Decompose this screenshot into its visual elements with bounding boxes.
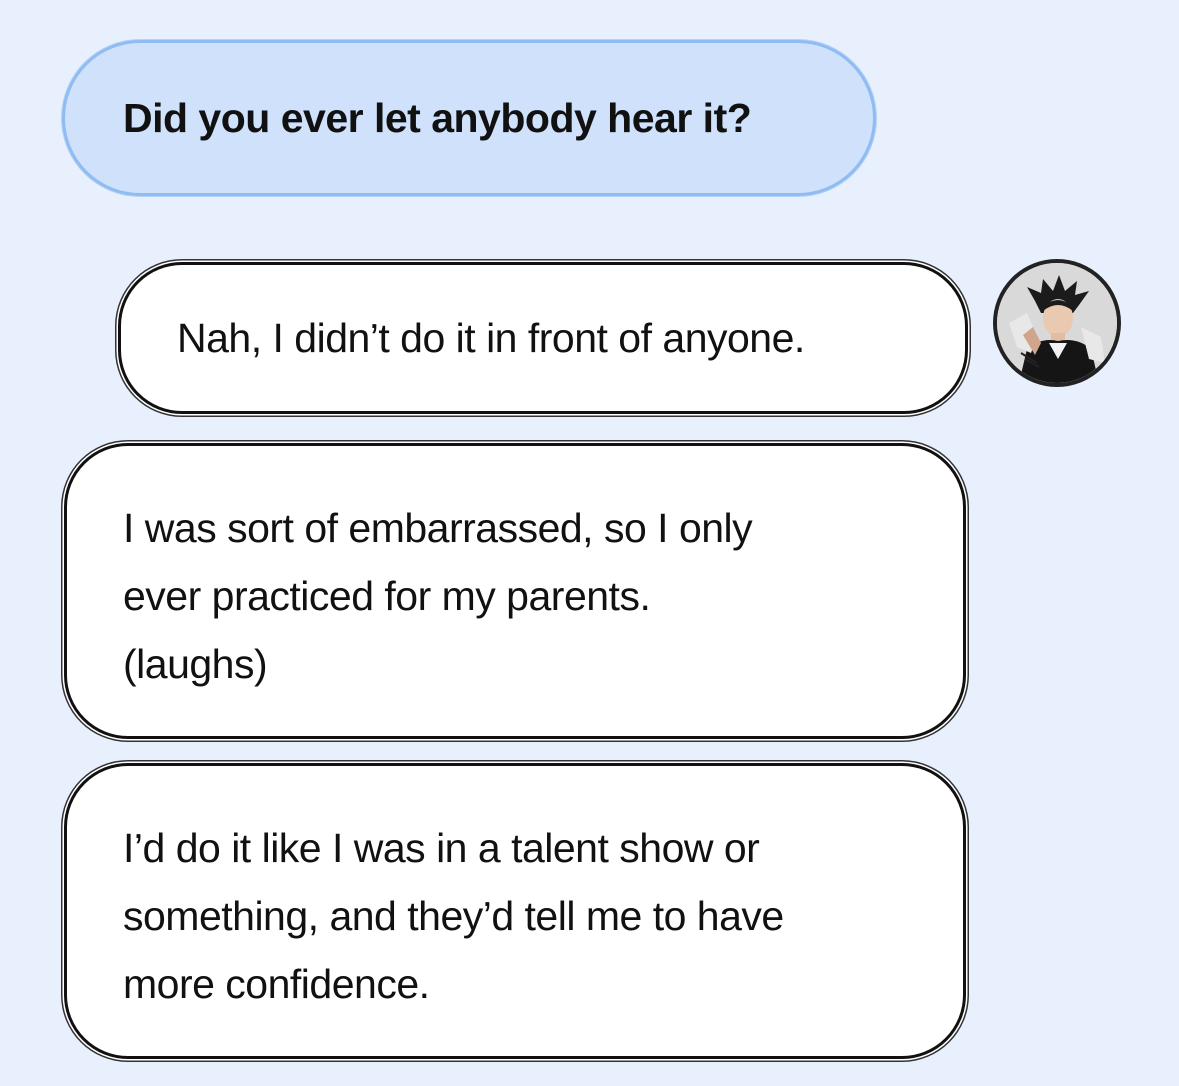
reply-bubble: I was sort of embarrassed, so I only eve… bbox=[64, 443, 966, 739]
reply-line: (laughs) bbox=[123, 641, 268, 687]
reply-line: I was sort of embarrassed, so I only bbox=[123, 505, 753, 551]
question-text: Did you ever let anybody hear it? bbox=[123, 94, 752, 141]
avatar-portrait-image bbox=[997, 263, 1117, 383]
reply-text: I’d do it like I was in a talent show or… bbox=[123, 814, 907, 1018]
reply-bubble: I’d do it like I was in a talent show or… bbox=[64, 763, 966, 1059]
reply-line: something, and they’d tell me to have bbox=[123, 893, 784, 939]
reply-line: I’d do it like I was in a talent show or bbox=[123, 825, 760, 871]
reply-line: ever practiced for my parents. bbox=[123, 573, 651, 619]
reply-bubble: Nah, I didn’t do it in front of anyone. bbox=[118, 262, 968, 414]
speaker-avatar bbox=[993, 259, 1121, 387]
question-bubble: Did you ever let anybody hear it? bbox=[62, 40, 876, 196]
reply-line: more confidence. bbox=[123, 961, 430, 1007]
reply-text: I was sort of embarrassed, so I only eve… bbox=[123, 494, 907, 698]
reply-text: Nah, I didn’t do it in front of anyone. bbox=[177, 315, 805, 361]
